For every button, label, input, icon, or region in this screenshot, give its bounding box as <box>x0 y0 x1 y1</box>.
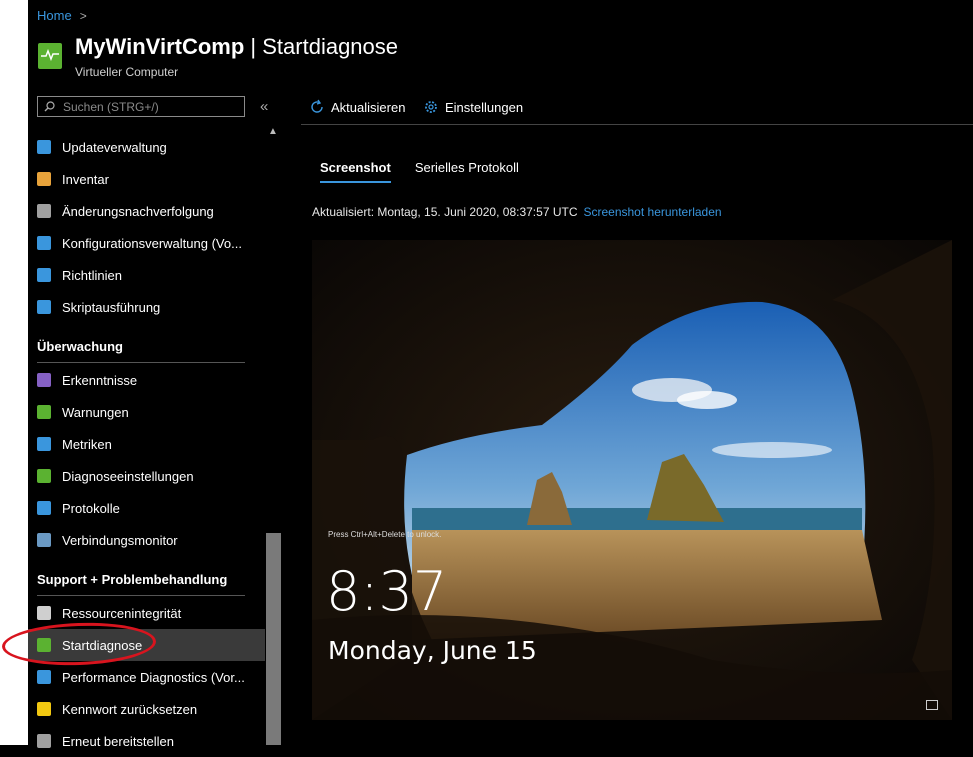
insights-icon <box>37 373 51 387</box>
sidebar-item-label: Performance Diagnostics (Vor... <box>62 670 245 685</box>
sidebar-item-key[interactable]: Kennwort zurücksetzen <box>28 693 265 725</box>
resource-name: MyWinVirtComp <box>75 34 245 59</box>
inventory-icon <box>37 172 51 186</box>
updated-text: Aktualisiert: Montag, 15. Juni 2020, 08:… <box>312 205 578 219</box>
sidebar-item-metrics[interactable]: Metriken <box>28 428 265 460</box>
blade-name: Startdiagnose <box>262 34 399 59</box>
sidebar-item-alerts[interactable]: Warnungen <box>28 396 265 428</box>
sidebar-item-logs[interactable]: Protokolle <box>28 492 265 524</box>
connection-monitor-icon <box>37 533 51 547</box>
gear-icon <box>425 101 437 113</box>
section-heading-monitoring: Überwachung <box>37 339 123 354</box>
chevron-right-icon: > <box>79 8 87 23</box>
network-icon <box>926 700 938 710</box>
resource-type: Virtueller Computer <box>75 65 179 79</box>
diagnostic-settings-icon <box>37 469 51 483</box>
sidebar-item-redeploy[interactable]: Erneut bereitstellen <box>28 725 265 757</box>
vm-boot-diagnostics-icon <box>38 43 62 69</box>
config-icon <box>37 236 51 250</box>
last-updated: Aktualisiert: Montag, 15. Juni 2020, 08:… <box>312 205 722 219</box>
sidebar-item-script[interactable]: Skriptausführung <box>28 291 265 323</box>
heart-icon <box>37 606 51 620</box>
sidebar-item-insights[interactable]: Erkenntnisse <box>28 364 265 396</box>
settings-button[interactable]: Einstellungen <box>423 99 523 115</box>
metrics-icon <box>37 437 51 451</box>
sidebar-item-connection-monitor[interactable]: Verbindungsmonitor <box>28 524 265 556</box>
breadcrumb-home-link[interactable]: Home <box>37 8 72 23</box>
settings-label: Einstellungen <box>445 99 524 115</box>
lockscreen-date: Monday, June 15 <box>328 636 537 665</box>
breadcrumb: Home > <box>37 8 87 23</box>
tab-screenshot[interactable]: Screenshot <box>320 160 391 183</box>
unlock-hint: Press Ctrl+Alt+Delete to unlock. <box>328 530 442 539</box>
sidebar-item-label: Warnungen <box>62 405 129 420</box>
collapse-menu-button[interactable]: « <box>260 98 268 115</box>
tab-bar: Screenshot Serielles Protokoll <box>320 160 519 183</box>
download-screenshot-link[interactable]: Screenshot herunterladen <box>583 205 721 219</box>
command-bar: Aktualisieren Einstellungen <box>301 90 973 125</box>
divider <box>37 362 245 363</box>
update-icon <box>37 140 51 154</box>
search-input[interactable] <box>61 98 235 115</box>
sidebar-item-label: Updateverwaltung <box>62 140 167 155</box>
alerts-icon <box>37 405 51 419</box>
refresh-icon <box>311 99 323 113</box>
boot-screenshot: Press Ctrl+Alt+Delete to unlock. 8:37 Mo… <box>312 240 952 720</box>
sidebar-item-config[interactable]: Konfigurationsverwaltung (Vo... <box>28 227 265 259</box>
section-heading-support: Support + Problembehandlung <box>37 572 228 587</box>
main-content: Aktualisieren Einstellungen Screenshot S… <box>281 90 973 745</box>
sidebar-item-label: Protokolle <box>62 501 120 516</box>
scroll-up-arrow[interactable]: ▲ <box>268 126 278 137</box>
redeploy-icon <box>37 734 51 748</box>
lockscreen-time: 8:37 <box>326 560 448 623</box>
sidebar-item-label: Richtlinien <box>62 268 122 283</box>
sidebar-item-label: Änderungsnachverfolgung <box>62 204 214 219</box>
menu-search[interactable] <box>37 96 245 117</box>
sidebar-item-label: Konfigurationsverwaltung (Vo... <box>62 236 242 251</box>
refresh-button[interactable]: Aktualisieren <box>309 99 405 115</box>
sidebar-item-label: Skriptausführung <box>62 300 161 315</box>
sidebar-item-diagnostic-settings[interactable]: Diagnoseeinstellungen <box>28 460 265 492</box>
sidebar-item-label: Ressourcenintegrität <box>62 606 182 621</box>
sidebar-item-label: Verbindungsmonitor <box>62 533 178 548</box>
sidebar-item-label: Erneut bereitstellen <box>62 734 175 749</box>
script-icon <box>37 300 51 314</box>
key-icon <box>37 702 51 716</box>
sidebar-item-label: Inventar <box>62 172 109 187</box>
sidebar-item-label: Kennwort zurücksetzen <box>62 702 198 717</box>
title-separator: | <box>244 34 263 59</box>
policy-icon <box>37 268 51 282</box>
refresh-label: Aktualisieren <box>331 99 406 115</box>
sidebar-item-update[interactable]: Updateverwaltung <box>28 131 265 163</box>
change-tracking-icon <box>37 204 51 218</box>
divider <box>37 595 245 596</box>
sidebar-item-inventory[interactable]: Inventar <box>28 163 265 195</box>
sidebar-item-label: Erkenntnisse <box>62 373 138 388</box>
sidebar-item-performance[interactable]: Performance Diagnostics (Vor... <box>28 661 265 693</box>
logs-icon <box>37 501 51 515</box>
search-icon <box>44 101 55 112</box>
page-title: MyWinVirtComp | Startdiagnose <box>75 34 398 60</box>
blade-header: Home > MyWinVirtComp | Startdiagnose Vir… <box>28 0 973 90</box>
sidebar-item-change-tracking[interactable]: Änderungsnachverfolgung <box>28 195 265 227</box>
tab-serial-log[interactable]: Serielles Protokoll <box>415 160 519 183</box>
sidebar-item-policy[interactable]: Richtlinien <box>28 259 265 291</box>
sidebar-item-label: Diagnoseeinstellungen <box>62 469 194 484</box>
sidebar-item-label: Metriken <box>62 437 112 452</box>
scrollbar-thumb[interactable] <box>266 533 281 745</box>
performance-icon <box>37 670 51 684</box>
